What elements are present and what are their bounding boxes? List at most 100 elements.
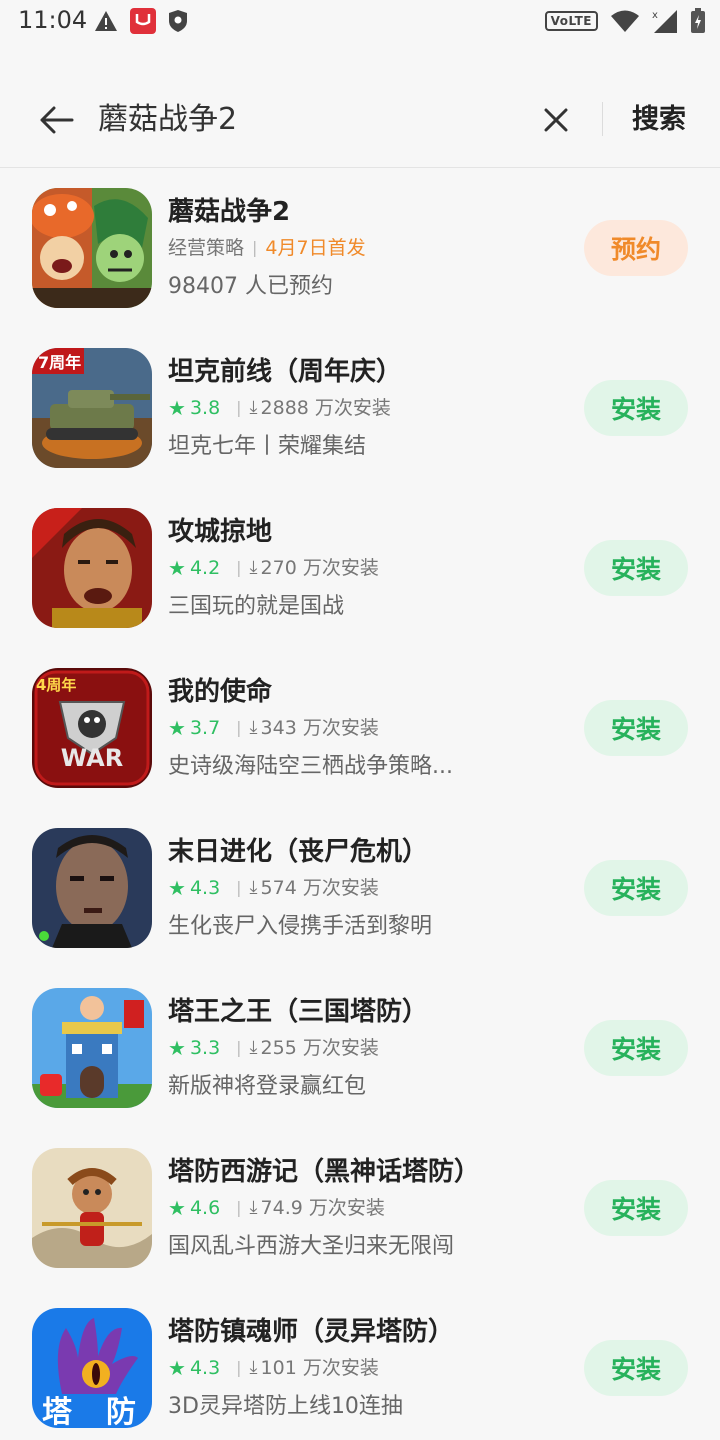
meta-separator: | [236, 1358, 242, 1377]
wifi-icon [611, 10, 639, 32]
app-icon [32, 828, 152, 948]
app-description: 生化丧尸入侵携手活到黎明 [168, 914, 433, 939]
app-name: 蘑菇战争2 [168, 197, 291, 227]
app-meta: ★ 4.3 | ⤓ 101 万次安装 [168, 1352, 379, 1384]
download-icon: ⤓ [249, 557, 258, 578]
war-game-icon: WAR 4周年 [32, 668, 152, 788]
install-button[interactable]: 安装 [584, 860, 688, 916]
status-bar: 11:04 VoLTE x [0, 0, 720, 44]
tower-defense-icon [32, 988, 152, 1108]
star-icon: ★ [168, 1036, 186, 1060]
list-item[interactable]: 末日进化（丧尸危机） ★ 4.3 | ⤓ 574 万次安装 生化丧尸入侵携手活到… [0, 810, 720, 970]
list-item[interactable]: 7周年 坦克前线（周年庆） ★ 3.8 | ⤓ 2888 万次安装 坦克七年丨荣… [0, 330, 720, 490]
status-time: 11:04 [18, 6, 88, 34]
back-arrow-icon[interactable] [34, 98, 78, 142]
app-name: 塔防西游记（黑神话塔防） [168, 1157, 481, 1187]
download-count: 74.9 万次安装 [260, 1197, 385, 1219]
app-meta: ★ 4.2 | ⤓ 270 万次安装 [168, 552, 379, 584]
app-name: 末日进化（丧尸危机） [168, 837, 429, 867]
star-icon: ★ [168, 716, 186, 740]
install-button[interactable]: 安装 [584, 1340, 688, 1396]
download-count: 255 万次安装 [260, 1037, 379, 1059]
volte-badge: VoLTE [544, 11, 598, 31]
download-icon: ⤓ [249, 1037, 258, 1058]
app-rating: 4.3 [189, 877, 221, 899]
list-item[interactable]: 蘑菇战争2 经营策略 | 4月7日首发 98407 人已预约 预约 [0, 170, 720, 330]
icon-war-text: WAR [61, 744, 123, 772]
status-right-icons: VoLTE x [544, 8, 706, 34]
app-description: 史诗级海陆空三栖战争策略... [168, 754, 453, 779]
app-meta: ★ 3.8 | ⤓ 2888 万次安装 [168, 392, 391, 424]
app-description: 3D灵异塔防上线10连抽 [168, 1394, 403, 1419]
app-rating: 4.6 [189, 1197, 221, 1219]
app-meta: ★ 4.6 | ⤓ 74.9 万次安装 [168, 1192, 385, 1224]
app-icon: 塔 防 [32, 1308, 152, 1428]
install-button[interactable]: 安装 [584, 380, 688, 436]
meta-separator: | [236, 558, 242, 577]
list-item[interactable]: WAR 4周年 我的使命 ★ 3.7 | ⤓ 343 万次安装 史诗级海陆空三栖… [0, 650, 720, 810]
install-button[interactable]: 安装 [584, 700, 688, 756]
app-description: 国风乱斗西游大圣归来无限闯 [168, 1234, 455, 1259]
mushroom-wars-icon [32, 188, 152, 308]
app-meta: ★ 3.7 | ⤓ 343 万次安装 [168, 712, 379, 744]
battery-charging-icon [691, 8, 705, 33]
app-name: 塔防镇魂师（灵异塔防） [168, 1317, 455, 1347]
download-count: 574 万次安装 [260, 877, 379, 899]
monkey-king-icon [32, 1148, 152, 1268]
tank-game-icon: 7周年 [32, 348, 152, 468]
install-button[interactable]: 安装 [584, 1020, 688, 1076]
meta-separator: | [236, 1038, 242, 1057]
download-icon: ⤓ [249, 877, 258, 898]
app-description: 三国玩的就是国战 [168, 594, 345, 619]
meta-separator: | [236, 1198, 242, 1217]
download-count: 270 万次安装 [260, 557, 379, 579]
app-icon: WAR 4周年 [32, 668, 152, 788]
download-count: 2888 万次安装 [260, 397, 391, 419]
app-name: 塔王之王（三国塔防） [168, 997, 429, 1027]
list-item[interactable]: 塔王之王（三国塔防） ★ 3.3 | ⤓ 255 万次安装 新版神将登录赢红包 … [0, 970, 720, 1130]
star-icon: ★ [168, 876, 186, 900]
list-item[interactable]: 攻城掠地 ★ 4.2 | ⤓ 270 万次安装 三国玩的就是国战 安装 [0, 490, 720, 650]
app-icon [32, 1148, 152, 1268]
app-name: 攻城掠地 [168, 517, 273, 547]
meta-separator: | [236, 878, 242, 897]
list-item[interactable]: 塔 防 塔防镇魂师（灵异塔防） ★ 4.3 | ⤓ 101 万次安装 3D灵异塔… [0, 1290, 720, 1440]
install-button[interactable]: 安装 [584, 1180, 688, 1236]
meta-separator: | [252, 238, 258, 257]
app-description: 坦克七年丨荣耀集结 [168, 434, 367, 459]
meta-separator: | [236, 718, 242, 737]
download-icon: ⤓ [249, 717, 258, 738]
star-icon: ★ [168, 1356, 186, 1380]
install-button[interactable]: 安装 [584, 540, 688, 596]
app-icon [32, 188, 152, 308]
status-left-icons [94, 8, 188, 34]
shield-icon [169, 10, 187, 32]
download-icon: ⤓ [249, 1357, 258, 1378]
reserve-button[interactable]: 预约 [584, 220, 688, 276]
app-meta: 经营策略 | 4月7日首发 [168, 232, 366, 264]
app-rating: 3.3 [189, 1037, 221, 1059]
header-divider [602, 102, 603, 136]
app-category: 经营策略 [168, 237, 245, 259]
app-meta: ★ 4.3 | ⤓ 574 万次安装 [168, 872, 379, 904]
star-icon: ★ [168, 556, 186, 580]
meta-separator: | [236, 398, 242, 417]
signal-icon: x [652, 10, 677, 33]
app-icon: 7周年 [32, 348, 152, 468]
app-rating: 3.7 [189, 717, 221, 739]
search-header: 蘑菇战争2 搜索 [0, 72, 720, 168]
search-button[interactable]: 搜索 [632, 98, 686, 142]
warrior-game-icon [32, 508, 152, 628]
app-description: 98407 人已预约 [168, 274, 333, 299]
clear-icon[interactable] [536, 100, 576, 140]
app-icon [32, 508, 152, 628]
list-item[interactable]: 塔防西游记（黑神话塔防） ★ 4.6 | ⤓ 74.9 万次安装 国风乱斗西游大… [0, 1130, 720, 1290]
app-icon [32, 988, 152, 1108]
svg-text:x: x [652, 10, 658, 21]
download-icon: ⤓ [249, 397, 258, 418]
app-description: 新版神将登录赢红包 [168, 1074, 367, 1099]
app-name: 坦克前线（周年庆） [168, 357, 403, 387]
warning-icon [95, 11, 117, 31]
search-input[interactable]: 蘑菇战争2 [98, 98, 237, 142]
app-rating: 4.3 [189, 1357, 221, 1379]
